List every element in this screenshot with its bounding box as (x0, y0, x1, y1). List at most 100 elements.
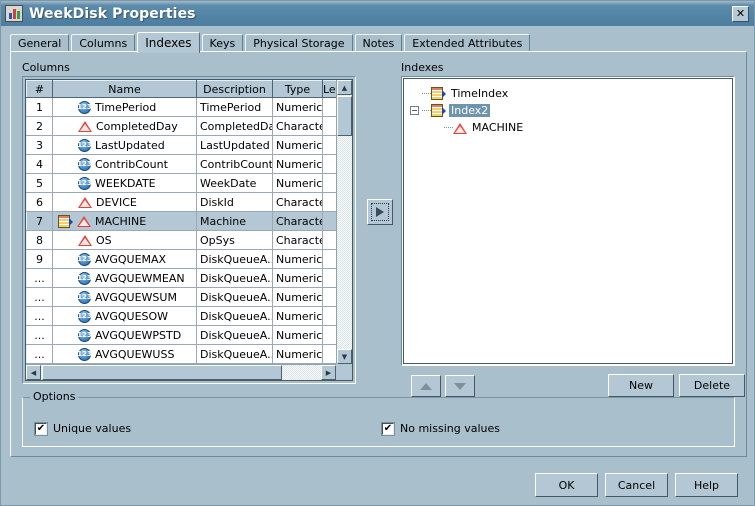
column-type-cell[interactable]: Numeric (272, 97, 323, 117)
column-description-cell[interactable]: TimePeriod (196, 97, 273, 117)
column-description-cell[interactable]: ContribCount (196, 154, 273, 174)
column-name-cell[interactable]: 123 AVGQUEWUSS (52, 344, 197, 364)
row-number-cell[interactable]: ... (26, 268, 53, 288)
horizontal-scroll-thumb[interactable] (42, 365, 282, 380)
scroll-right-button[interactable]: ▶ (321, 365, 336, 380)
column-description-cell[interactable]: LastUpdated (196, 135, 273, 155)
row-number-cell[interactable]: 7 (26, 211, 53, 231)
move-up-button[interactable] (411, 375, 441, 397)
tab-keys[interactable]: Keys (201, 34, 244, 52)
column-name-cell[interactable]: OS (52, 230, 197, 250)
table-row[interactable]: ... 123 AVGQUESOW DiskQueueA... Numeric (26, 306, 343, 326)
table-row[interactable]: 8 OS OpSysCharacter (26, 230, 343, 250)
column-description-cell[interactable]: DiskQueueA... (196, 268, 273, 288)
row-number-cell[interactable]: 6 (26, 192, 53, 212)
col-header-name[interactable]: Name (52, 80, 197, 98)
table-row[interactable]: 9 123 AVGQUEMAX DiskQueueA... Numeric (26, 249, 343, 269)
tab-physical-storage[interactable]: Physical Storage (245, 34, 353, 52)
column-name-cell[interactable]: 123 AVGQUEMAX (52, 249, 197, 269)
no-missing-values-checkbox-row[interactable]: ✔ No missing values (381, 421, 500, 436)
row-number-cell[interactable]: ... (26, 287, 53, 307)
cancel-button[interactable]: Cancel (605, 473, 668, 497)
column-description-cell[interactable]: DiskQueueA... (196, 344, 273, 364)
table-row[interactable]: 4 123 ContribCount ContribCount Numeric (26, 154, 343, 174)
table-row[interactable]: ... 123 AVGQUEWPSTD DiskQueueA... Numeric (26, 325, 343, 345)
delete-index-button[interactable]: Delete (679, 374, 745, 397)
column-description-cell[interactable]: DiskId (196, 192, 273, 212)
column-name-cell[interactable]: MACHINE (52, 211, 197, 231)
column-type-cell[interactable]: Numeric (272, 306, 323, 326)
column-name-cell[interactable]: 123 ContribCount (52, 154, 197, 174)
row-number-cell[interactable]: 4 (26, 154, 53, 174)
column-type-cell[interactable]: Character (272, 192, 323, 212)
column-description-cell[interactable]: OpSys (196, 230, 273, 250)
table-row[interactable]: 6 DEVICE DiskIdCharacter (26, 192, 343, 212)
column-type-cell[interactable]: Numeric (272, 344, 323, 364)
table-row[interactable]: 2CompletedDayCompletedDayCharacter (26, 116, 343, 136)
column-name-cell[interactable]: 123 AVGQUEWPSTD (52, 325, 197, 345)
column-name-cell[interactable]: 123 AVGQUEWSUM (52, 287, 197, 307)
column-name-cell[interactable]: 123 TimePeriod (52, 97, 197, 117)
tab-columns[interactable]: Columns (71, 34, 136, 52)
unique-values-checkbox-row[interactable]: ✔ Unique values (34, 421, 131, 436)
column-type-cell[interactable]: Numeric (272, 135, 323, 155)
column-type-cell[interactable]: Character (272, 116, 323, 136)
tree-item[interactable]: − Index2 (410, 102, 732, 119)
column-name-cell[interactable]: 123 AVGQUEWMEAN (52, 268, 197, 288)
column-type-cell[interactable]: Character (272, 211, 323, 231)
columns-grid[interactable]: # Name Description Type Len 1 123 TimePeri… (25, 79, 353, 381)
column-description-cell[interactable]: DiskQueueA... (196, 306, 273, 326)
col-header-type[interactable]: Type (272, 80, 323, 98)
column-type-cell[interactable]: Numeric (272, 268, 323, 288)
tree-collapse-icon[interactable]: − (410, 106, 419, 115)
row-number-cell[interactable]: 2 (26, 116, 53, 136)
column-type-cell[interactable]: Character (272, 230, 323, 250)
new-index-button[interactable]: New (608, 374, 674, 397)
add-column-to-index-button[interactable] (367, 199, 393, 225)
column-name-cell[interactable]: 123 AVGQUESOW (52, 306, 197, 326)
column-type-cell[interactable]: Numeric (272, 287, 323, 307)
row-number-cell[interactable]: 1 (26, 97, 53, 117)
table-row[interactable]: 5 123 WEEKDATE WeekDate Numeric (26, 173, 343, 193)
row-number-cell[interactable]: 5 (26, 173, 53, 193)
row-number-cell[interactable]: ... (26, 306, 53, 326)
tree-item[interactable]: MACHINE (432, 119, 732, 136)
close-icon[interactable]: ✕ (732, 5, 749, 22)
table-row[interactable]: 3 123 LastUpdated LastUpdated Numeric (26, 135, 343, 155)
scroll-down-button[interactable]: ▼ (337, 349, 352, 364)
scroll-up-button[interactable]: ▲ (337, 80, 352, 95)
vertical-scroll-thumb[interactable] (337, 96, 352, 136)
tree-item[interactable]: TimeIndex (410, 85, 732, 102)
columns-vertical-scrollbar[interactable]: ▲ ▼ (336, 80, 352, 364)
row-number-cell[interactable]: 9 (26, 249, 53, 269)
tab-notes[interactable]: Notes (354, 34, 403, 52)
col-header-desc[interactable]: Description (196, 80, 273, 98)
move-down-button[interactable] (445, 375, 475, 397)
no-missing-values-checkbox[interactable]: ✔ (381, 421, 395, 436)
row-number-cell[interactable]: 8 (26, 230, 53, 250)
tab-indexes[interactable]: Indexes (137, 32, 200, 53)
row-number-cell[interactable]: ... (26, 325, 53, 345)
column-type-cell[interactable]: Numeric (272, 154, 323, 174)
tab-general[interactable]: General (10, 34, 70, 52)
column-description-cell[interactable]: Machine (196, 211, 273, 231)
column-description-cell[interactable]: DiskQueueA... (196, 287, 273, 307)
column-description-cell[interactable]: WeekDate (196, 173, 273, 193)
column-type-cell[interactable]: Numeric (272, 325, 323, 345)
help-button[interactable]: Help (675, 473, 738, 497)
column-description-cell[interactable]: CompletedDay (196, 116, 273, 136)
table-row[interactable]: ... 123 AVGQUEWMEAN DiskQueueA... Numeric (26, 268, 343, 288)
table-row[interactable]: 1 123 TimePeriod TimePeriod Numeric (26, 97, 343, 117)
table-row[interactable]: ... 123 AVGQUEWUSS DiskQueueA... Numeric (26, 344, 343, 364)
column-type-cell[interactable]: Numeric (272, 249, 323, 269)
unique-values-checkbox[interactable]: ✔ (34, 421, 48, 436)
columns-horizontal-scrollbar[interactable]: ◀ ▶ (26, 364, 336, 380)
column-name-cell[interactable]: CompletedDay (52, 116, 197, 136)
table-row[interactable]: ... 123 AVGQUEWSUM DiskQueueA... Numeric (26, 287, 343, 307)
indexes-tree[interactable]: TimeIndex − Index2 MACHINE (403, 78, 733, 364)
row-number-cell[interactable]: 3 (26, 135, 53, 155)
column-name-cell[interactable]: 123 WEEKDATE (52, 173, 197, 193)
ok-button[interactable]: OK (535, 473, 598, 497)
scroll-left-button[interactable]: ◀ (26, 365, 41, 380)
column-name-cell[interactable]: 123 LastUpdated (52, 135, 197, 155)
